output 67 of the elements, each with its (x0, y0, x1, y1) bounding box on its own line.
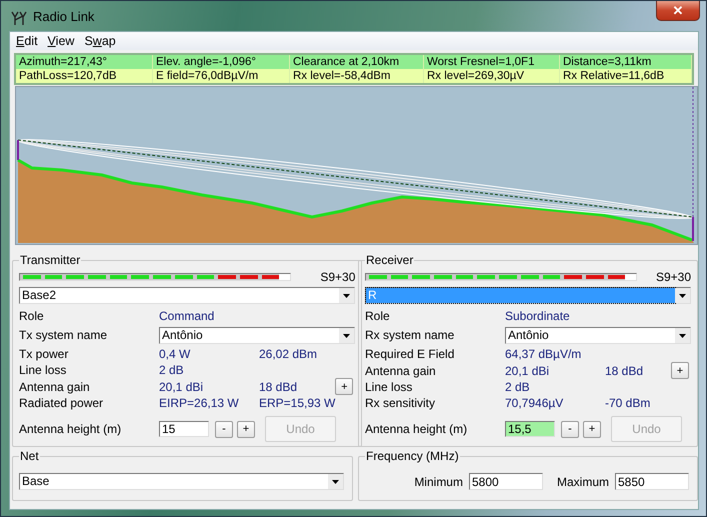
field-label: Line loss (365, 379, 414, 395)
menu-item[interactable]: Swap (80, 34, 122, 48)
field-label: Antenna height (m) (19, 421, 122, 437)
system-dropdown[interactable]: Antônio (159, 326, 356, 344)
field-label: Tx system name (19, 327, 108, 344)
field-value: 18 dBd (259, 378, 298, 394)
menu-item[interactable]: Edit (12, 34, 44, 48)
field-label: Maximum (556, 474, 609, 490)
field-label: Radiated power (19, 395, 104, 411)
field-label: Role (365, 308, 391, 324)
plus-button[interactable]: + (335, 378, 354, 395)
minimum-frequency-input[interactable]: 5800 (468, 473, 543, 490)
field-value: 0,4 W (159, 346, 192, 362)
field-value: Subordinate (505, 308, 571, 324)
info-cell: E field=76,0dBµV/m (153, 69, 290, 83)
system-dropdown[interactable]: Antônio (505, 326, 691, 344)
field-value: 26,02 dBm (259, 346, 318, 362)
field-label: Minimum (414, 474, 463, 490)
meter-reading: S9+30 (656, 270, 691, 284)
net-dropdown[interactable]: Base (19, 473, 344, 490)
increase-button[interactable]: + (237, 420, 255, 438)
field-value: 2 dB (159, 362, 185, 378)
field-label: Antenna gain (365, 362, 437, 378)
field-value: ERP=15,93 W (259, 395, 336, 411)
increase-button[interactable]: + (583, 420, 601, 438)
field-value: 20,1 dBi (505, 362, 550, 378)
field-value: 2 dB (505, 379, 531, 395)
field-value: Command (159, 308, 216, 324)
field-value: -70 dBm (605, 395, 652, 411)
close-button[interactable]: ✕ (656, 1, 700, 21)
antenna-icon (11, 10, 27, 26)
meter-reading: S9+30 (320, 270, 356, 284)
field-label: Line loss (19, 362, 68, 378)
field-label: Antenna height (m) (365, 421, 468, 437)
plus-button[interactable]: + (671, 362, 689, 379)
info-cell: PathLoss=120,7dB (16, 69, 153, 83)
maximum-frequency-input[interactable]: 5850 (615, 473, 689, 490)
group-title: Transmitter (19, 253, 82, 267)
decrease-button[interactable]: - (215, 420, 233, 438)
antenna-height-input[interactable]: 15,5 (505, 421, 555, 437)
decrease-button[interactable]: - (561, 420, 579, 438)
menu-item[interactable]: View (44, 34, 80, 48)
window-title: Radio Link (33, 9, 94, 24)
field-value: 64,37 dBµV/m (505, 346, 582, 362)
info-cell: Elev. angle=-1,096° (153, 55, 290, 69)
field-label: Role (19, 308, 45, 324)
field-label: Rx sensitivity (365, 395, 436, 411)
field-label: Tx power (19, 346, 70, 362)
info-cell: Rx Relative=11,6dB (560, 69, 692, 83)
field-value: EIRP=26,13 W (159, 395, 240, 411)
field-value: 20,1 dBi (159, 378, 204, 394)
info-cell: Rx level=-58,4dBm (290, 69, 424, 83)
info-cell: Azimuth=217,43° (16, 55, 153, 69)
field-value: 18 dBd (605, 362, 644, 378)
info-cell: Rx level=269,30µV (424, 69, 560, 83)
field-value: 70,7946µV (505, 395, 564, 411)
field-label: Rx system name (365, 327, 456, 344)
field-label: Antenna gain (19, 378, 91, 394)
group-title: Frequency (MHz) (365, 449, 460, 463)
group-title: Net (19, 449, 40, 463)
station-dropdown[interactable]: Base2 (19, 287, 356, 304)
antenna-height-input[interactable]: 15 (159, 421, 209, 437)
group-title: Receiver (365, 253, 414, 267)
info-cell: Clearance at 2,10km (290, 55, 424, 69)
info-cell: Distance=3,11km (560, 55, 692, 69)
info-cell: Worst Fresnel=1,0F1 (424, 55, 560, 69)
field-label: Required E Field (365, 346, 456, 362)
